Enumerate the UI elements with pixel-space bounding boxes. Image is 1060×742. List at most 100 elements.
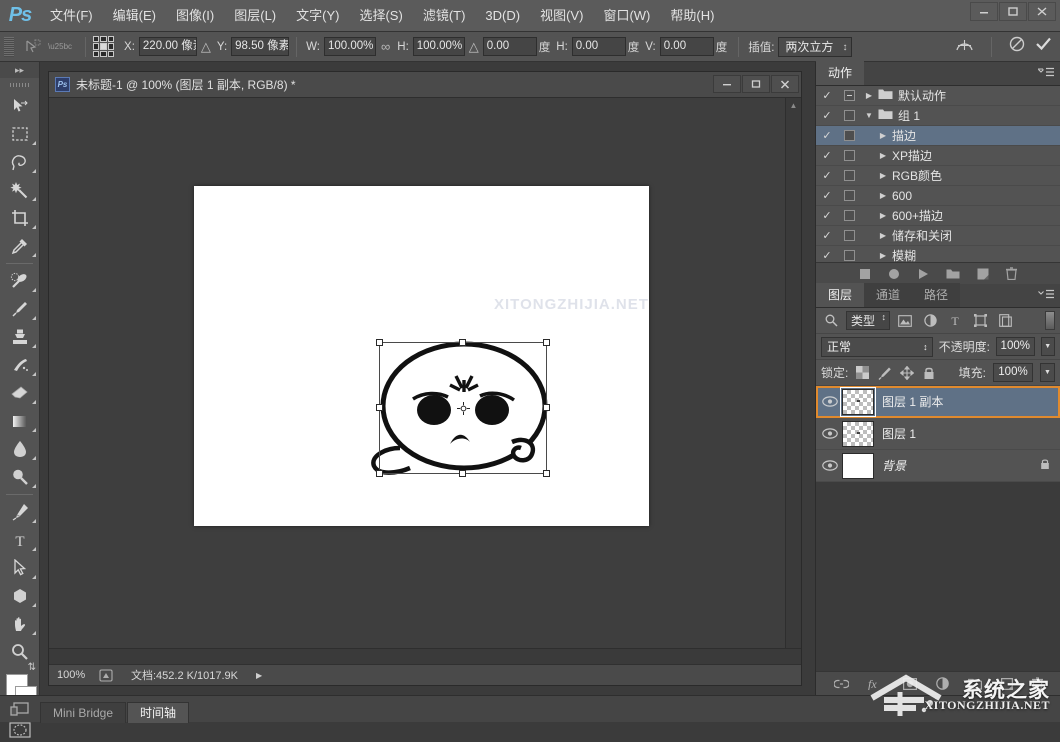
layers-panel-menu-icon[interactable] <box>1038 289 1054 303</box>
group-icon[interactable] <box>968 678 982 690</box>
dodge-tool[interactable] <box>0 463 39 491</box>
relative-position-icon[interactable]: △ <box>201 39 211 55</box>
action-toggle-check-icon[interactable]: ✓ <box>816 209 838 222</box>
action-toggle-check-icon[interactable]: ✓ <box>816 89 838 102</box>
close-button[interactable] <box>1028 2 1056 21</box>
type-tool[interactable]: T <box>0 526 39 554</box>
toolbar-grip[interactable] <box>0 78 39 92</box>
menu-item-2[interactable]: 图像(I) <box>166 0 224 32</box>
lock-all-icon[interactable] <box>921 365 936 380</box>
commit-transform-icon[interactable] <box>1035 36 1052 57</box>
menu-item-4[interactable]: 文字(Y) <box>286 0 349 32</box>
blend-mode-select[interactable]: 正常 <box>821 337 933 357</box>
pen-tool[interactable] <box>0 498 39 526</box>
stop-icon[interactable] <box>859 268 871 280</box>
action-row[interactable]: ✓▶默认动作 <box>816 86 1060 106</box>
menu-item-7[interactable]: 3D(D) <box>475 0 530 32</box>
layer-visibility-eye-icon[interactable] <box>818 460 842 471</box>
action-row[interactable]: ✓▶描边 <box>816 126 1060 146</box>
layer-row[interactable]: 背景 <box>816 450 1060 482</box>
skew-h-input[interactable]: 0.00 <box>572 37 626 56</box>
canvas-area[interactable]: XITONGZHIJIA.NET <box>49 98 801 658</box>
layer-thumbnail[interactable] <box>842 453 874 479</box>
tab-0[interactable]: 图层 <box>816 283 864 307</box>
action-dialog-toggle-icon[interactable] <box>838 190 860 201</box>
action-row[interactable]: ✓▶600 <box>816 186 1060 206</box>
menu-item-3[interactable]: 图层(L) <box>224 0 286 32</box>
clone-stamp-tool[interactable] <box>0 323 39 351</box>
lasso-tool[interactable] <box>0 148 39 176</box>
action-dialog-toggle-icon[interactable] <box>838 170 860 181</box>
document-horizontal-scrollbar[interactable] <box>49 648 801 664</box>
adjustment-icon[interactable] <box>936 677 949 690</box>
tab-2[interactable]: 路径 <box>912 283 960 307</box>
toolbar-collapse-button[interactable]: ▸▸ <box>0 62 39 78</box>
layer-filter-toggle[interactable] <box>1045 311 1055 330</box>
adjustment-filter-icon[interactable] <box>920 311 940 330</box>
action-dialog-toggle-icon[interactable] <box>838 230 860 241</box>
tab-1[interactable]: 通道 <box>864 283 912 307</box>
action-expand-triangle-icon[interactable]: ▶ <box>874 171 892 180</box>
action-dialog-toggle-icon[interactable] <box>838 210 860 221</box>
x-input[interactable]: 220.00 像素 <box>139 37 197 56</box>
transform-handle-nw[interactable] <box>376 339 383 346</box>
opacity-chevron-down-icon[interactable]: ▼ <box>1041 337 1055 356</box>
menu-item-5[interactable]: 选择(S) <box>349 0 412 32</box>
layer-list[interactable]: ••图层 1 副本••图层 1背景 <box>816 386 1060 482</box>
transform-handle-n[interactable] <box>459 339 466 346</box>
record-icon[interactable] <box>888 268 900 280</box>
menu-item-0[interactable]: 文件(F) <box>40 0 103 32</box>
gradient-tool[interactable] <box>0 407 39 435</box>
rectangular-marquee-tool[interactable] <box>0 120 39 148</box>
layer-row[interactable]: ••图层 1 副本 <box>816 386 1060 418</box>
transform-handle-s[interactable] <box>459 470 466 477</box>
action-dialog-toggle-icon[interactable] <box>838 150 860 161</box>
document-title-bar[interactable]: Ps 未标题-1 @ 100% (图层 1 副本, RGB/8) * <box>49 72 801 98</box>
eraser-tool[interactable] <box>0 379 39 407</box>
action-expand-triangle-icon[interactable]: ▶ <box>874 211 892 220</box>
brush-tool[interactable] <box>0 295 39 323</box>
action-dialog-toggle-icon[interactable] <box>838 90 860 101</box>
shape-filter-icon[interactable] <box>970 311 990 330</box>
action-row[interactable]: ✓▶模糊 <box>816 246 1060 262</box>
action-row[interactable]: ✓▶储存和关闭 <box>816 226 1060 246</box>
lock-image-icon[interactable] <box>877 365 892 380</box>
transform-handle-ne[interactable] <box>543 339 550 346</box>
link-aspect-icon[interactable]: ∞ <box>381 39 390 54</box>
delete-icon[interactable] <box>1006 267 1017 280</box>
layer-thumbnail[interactable]: •• <box>842 421 874 447</box>
transform-handle-w[interactable] <box>376 404 383 411</box>
action-row[interactable]: ✓▶XP描边 <box>816 146 1060 166</box>
transform-handle-se[interactable] <box>543 470 550 477</box>
action-expand-triangle-icon[interactable]: ▶ <box>874 151 892 160</box>
zoom-level[interactable]: 100% <box>57 669 97 681</box>
reference-point-selector[interactable] <box>93 36 114 57</box>
tool-preset-chevron-icon[interactable]: \u25bc <box>48 42 72 51</box>
document-vertical-scrollbar[interactable]: ▲ <box>785 98 801 658</box>
lock-transparency-icon[interactable] <box>855 365 870 380</box>
action-toggle-check-icon[interactable]: ✓ <box>816 169 838 182</box>
action-expand-triangle-icon[interactable]: ▶ <box>860 91 878 100</box>
action-toggle-check-icon[interactable]: ✓ <box>816 109 838 122</box>
action-dialog-toggle-icon[interactable] <box>838 110 860 121</box>
action-expand-triangle-icon[interactable]: ▶ <box>874 131 892 140</box>
path-selection-tool[interactable] <box>0 554 39 582</box>
width-input[interactable]: 100.00% <box>324 37 376 56</box>
action-row[interactable]: ✓▶RGB颜色 <box>816 166 1060 186</box>
interpolation-select[interactable]: 两次立方 <box>778 37 852 57</box>
layer-visibility-eye-icon[interactable] <box>818 396 842 407</box>
options-grip[interactable] <box>4 37 14 57</box>
new-set-icon[interactable] <box>946 268 960 280</box>
bottom-tab-0[interactable]: Mini Bridge <box>40 702 126 723</box>
minimize-button[interactable] <box>970 2 998 21</box>
action-row[interactable]: ✓▼组 1 <box>816 106 1060 126</box>
bottom-tab-1[interactable]: 时间轴 <box>127 702 189 723</box>
action-toggle-check-icon[interactable]: ✓ <box>816 229 838 242</box>
maximize-button[interactable] <box>999 2 1027 21</box>
action-expand-triangle-icon[interactable]: ▼ <box>860 111 878 120</box>
transform-reference-point[interactable] <box>457 402 470 415</box>
document-minimize-button[interactable] <box>713 75 741 93</box>
pixel-filter-icon[interactable] <box>895 311 915 330</box>
canvas-paper[interactable]: XITONGZHIJIA.NET <box>194 186 649 526</box>
skew-v-input[interactable]: 0.00 <box>660 37 714 56</box>
